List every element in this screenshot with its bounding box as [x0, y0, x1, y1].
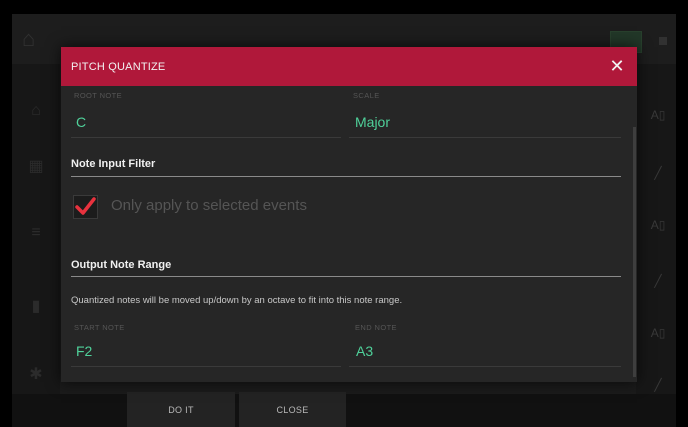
start-note-underline: [71, 366, 341, 367]
home-icon[interactable]: ⌂: [22, 28, 48, 50]
pitch-quantize-dialog: PITCH QUANTIZE ✕ ROOT NOTE C SCALE Major…: [61, 47, 637, 382]
menu-square-icon[interactable]: [659, 37, 667, 45]
autom-icon[interactable]: A▯: [650, 326, 666, 340]
dialog-title: PITCH QUANTIZE: [71, 61, 166, 73]
end-note-label: END NOTE: [355, 323, 397, 332]
range-description: Quantized notes will be moved up/down by…: [71, 295, 403, 306]
end-note-value: A3: [356, 343, 374, 359]
root-note-label: ROOT NOTE: [74, 91, 123, 100]
section-divider: [71, 276, 621, 277]
scale-value: Major: [355, 114, 391, 130]
end-note-underline: [349, 366, 621, 367]
start-note-label: START NOTE: [74, 323, 125, 332]
output-note-range-title: Output Note Range: [71, 259, 172, 271]
scale-underline: [349, 137, 621, 138]
pencil-icon[interactable]: ╱: [650, 274, 666, 288]
root-note-value: C: [76, 114, 87, 130]
right-sidebar: A▯ ╱ A▯ ╱ A▯ ╱: [636, 64, 676, 394]
browser-icon[interactable]: ✱: [24, 364, 48, 384]
checkmark-icon: [75, 197, 96, 215]
dialog-scrollbar[interactable]: [633, 127, 636, 377]
autom-icon[interactable]: A▯: [650, 108, 666, 122]
close-button[interactable]: CLOSE: [239, 392, 346, 427]
apply-selected-checkbox[interactable]: [73, 195, 98, 219]
section-divider: [71, 176, 621, 177]
do-it-button[interactable]: DO IT: [127, 392, 235, 427]
pencil-icon[interactable]: ╱: [650, 166, 666, 180]
dialog-header: PITCH QUANTIZE ✕: [61, 47, 637, 86]
note-input-filter-title: Note Input Filter: [71, 158, 156, 170]
pencil-icon[interactable]: ╱: [650, 378, 666, 392]
autom-icon[interactable]: A▯: [650, 218, 666, 232]
close-icon[interactable]: ✕: [607, 55, 627, 77]
scale-label: SCALE: [353, 91, 380, 100]
mixer-icon[interactable]: ≡: [24, 224, 48, 244]
home-nav-icon[interactable]: ⌂: [24, 102, 48, 122]
left-sidebar: ⌂ ▦ ≡ ▮ ✱: [12, 64, 60, 394]
root-note-underline: [71, 137, 341, 138]
grid-icon[interactable]: ▦: [24, 156, 48, 176]
start-note-value: F2: [76, 343, 93, 359]
levels-icon[interactable]: ▮: [24, 296, 48, 316]
checkbox-label: Only apply to selected events: [111, 197, 307, 214]
